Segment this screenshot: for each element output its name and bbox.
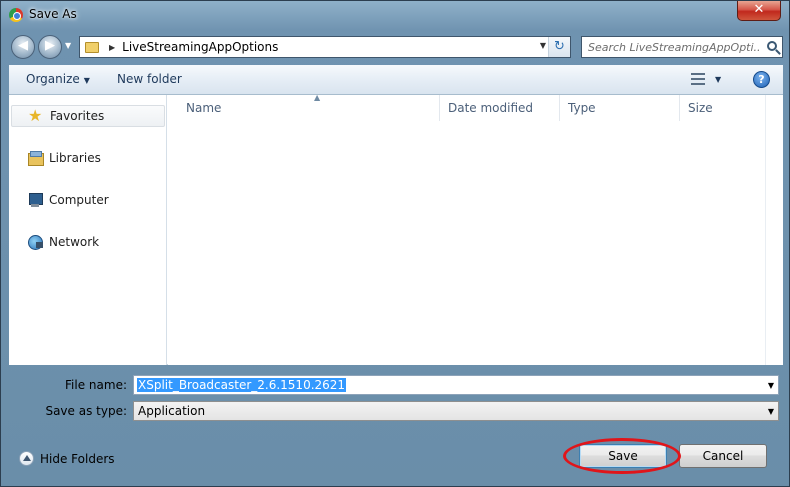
file-name-dropdown-icon[interactable]: ▼ [768,381,774,390]
file-list[interactable]: Name ▲ Date modified Type Size [168,93,765,365]
close-icon: ✕ [753,2,765,17]
sidebar-item-label: Favorites [50,109,105,123]
view-dropdown-icon[interactable]: ▼ [715,75,721,84]
sidebar-item-libraries[interactable]: Libraries [11,147,165,169]
window-title: Save As [29,7,77,21]
organize-button[interactable]: Organize ▼ [26,72,90,86]
back-button[interactable]: ◀ [11,35,35,59]
command-bar: Organize ▼ New folder ▼ ? [9,65,783,95]
recent-locations-icon[interactable]: ▼ [65,41,71,50]
address-bar[interactable]: ▶ LiveStreamingAppOptions ▼ ↻ [79,36,571,58]
back-arrow-icon: ◀ [18,38,28,53]
navigation-pane: ★ Favorites Libraries Computer Network [9,95,167,365]
network-icon [27,234,43,250]
search-input[interactable] [588,39,760,55]
file-name-value[interactable]: XSplit_Broadcaster_2.6.1510.2621 [137,378,347,392]
help-icon[interactable]: ? [753,71,770,88]
save-type-label: Save as type: [45,404,127,418]
refresh-icon[interactable]: ↻ [548,37,570,57]
forward-arrow-icon: ▶ [45,38,55,53]
vertical-scrollbar[interactable] [765,95,783,365]
browser-pane: ★ Favorites Libraries Computer Network N… [9,93,783,365]
file-name-label: File name: [65,378,127,392]
close-button[interactable]: ✕ [737,1,781,21]
column-header-name[interactable]: Name ▲ [178,93,440,121]
cancel-button[interactable]: Cancel [679,444,767,468]
libraries-icon [27,150,44,166]
address-dropdown-icon[interactable]: ▼ [540,41,546,50]
sidebar-item-label: Network [49,235,100,249]
column-header-label: Name [186,101,222,115]
save-as-dialog: Save As ✕ ◀ ▶ ▼ ▶ LiveStreamingAppOption… [0,0,790,487]
save-button[interactable]: Save [579,444,667,468]
search-icon[interactable] [767,41,777,51]
sidebar-item-computer[interactable]: Computer [11,189,165,211]
file-name-field[interactable]: XSplit_Broadcaster_2.6.1510.2621 ▼ [133,375,779,395]
save-type-dropdown-icon[interactable]: ▼ [768,407,774,416]
chevron-down-icon: ▼ [83,76,90,85]
sidebar-item-favorites[interactable]: ★ Favorites [11,105,165,127]
hide-folders-button[interactable]: Hide Folders [19,451,115,466]
column-header-date-modified[interactable]: Date modified [440,95,560,121]
sidebar-item-network[interactable]: Network [11,231,165,253]
folder-icon [85,41,99,53]
computer-icon [27,192,43,208]
sort-ascending-icon: ▲ [314,93,321,102]
hide-folders-label: Hide Folders [40,451,115,466]
breadcrumb-path[interactable]: LiveStreamingAppOptions [122,40,278,54]
sidebar-item-label: Libraries [49,151,101,165]
sidebar-item-label: Computer [49,193,109,207]
new-folder-button[interactable]: New folder [117,72,182,86]
collapse-up-icon [19,451,34,466]
column-header-size[interactable]: Size [680,95,762,121]
save-type-value: Application [138,404,206,418]
breadcrumb-arrow-icon[interactable]: ▶ [109,43,115,52]
organize-label: Organize [26,72,80,86]
title-bar[interactable]: Save As ✕ [1,1,789,29]
search-box[interactable] [581,36,783,58]
column-header-type[interactable]: Type [560,95,680,121]
view-options-icon[interactable] [691,73,707,86]
forward-button[interactable]: ▶ [38,35,62,59]
save-type-select[interactable]: Application ▼ [133,401,779,421]
chrome-app-icon [9,8,23,22]
star-icon: ★ [28,106,43,125]
